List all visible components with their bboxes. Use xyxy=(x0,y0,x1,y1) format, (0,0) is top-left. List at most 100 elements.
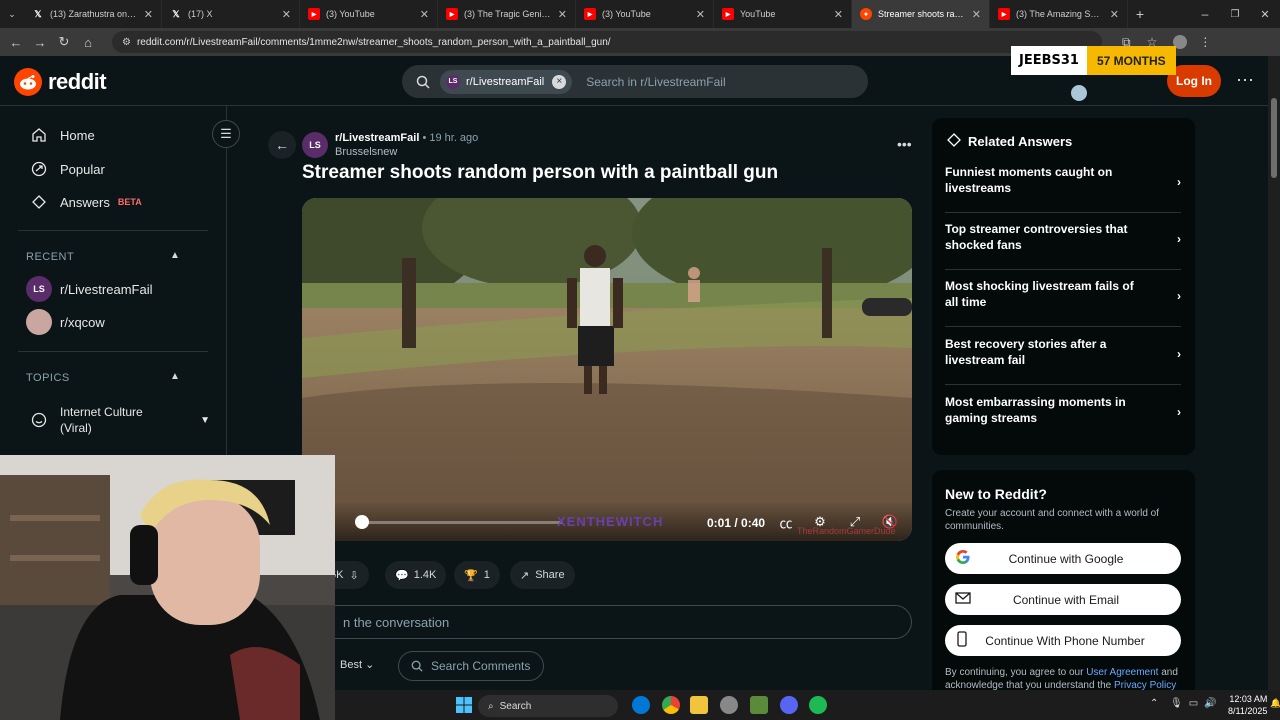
subreddit-avatar[interactable]: LS xyxy=(302,132,328,158)
back-icon[interactable]: ← xyxy=(4,30,28,54)
reload-icon[interactable]: ↻ xyxy=(52,30,76,54)
tray-chevron-up-icon[interactable]: ⌃ xyxy=(1150,698,1158,709)
chip-clear-icon[interactable]: × xyxy=(552,74,567,89)
recent-item-livestreamfail[interactable]: LS r/LivestreamFail xyxy=(26,276,152,302)
close-icon[interactable]: ✕ xyxy=(1110,8,1119,21)
browser-tab[interactable]: ▶ (3) The Amazing Spider-M ✕ xyxy=(990,0,1128,28)
sort-dropdown[interactable]: Best ⌄ xyxy=(340,658,374,671)
browser-tab[interactable]: ▶ YouTube ✕ xyxy=(714,0,852,28)
sidebar-item-home[interactable]: Home xyxy=(30,126,95,144)
close-window-icon[interactable]: ✕ xyxy=(1250,8,1280,21)
seek-bar[interactable] xyxy=(362,521,562,524)
post-author-link[interactable]: Brusselsnew xyxy=(335,146,478,158)
tab-title: YouTube xyxy=(740,9,776,19)
close-icon[interactable]: ✕ xyxy=(972,8,981,21)
file-explorer-icon[interactable] xyxy=(690,696,708,714)
related-answer-text: Most embarrassing moments in gaming stre… xyxy=(945,395,1126,425)
recent-item-xqcow[interactable]: r/xqcow xyxy=(26,309,105,335)
browser-tab[interactable]: ▶ (3) The Tragic Genius Wh ✕ xyxy=(438,0,576,28)
forward-icon[interactable]: → xyxy=(28,30,52,54)
youtube-icon: ▶ xyxy=(722,8,734,20)
captions-icon[interactable]: ㏄ xyxy=(776,513,796,531)
related-answer-item[interactable]: Top streamer controversies that shocked … xyxy=(945,221,1181,270)
sidebar-item-answers[interactable]: Answers BETA xyxy=(30,193,142,211)
browser-tab[interactable]: ▶ (3) YouTube ✕ xyxy=(300,0,438,28)
award-button[interactable]: 🏆 1 xyxy=(454,561,500,589)
notifications-icon[interactable]: 🔔 xyxy=(1270,698,1280,709)
chevron-down-icon[interactable]: ▼ xyxy=(200,415,210,426)
app-icon[interactable] xyxy=(750,696,768,714)
comment-search-input[interactable]: Search Comments xyxy=(398,651,544,681)
chevron-down-icon: ⌄ xyxy=(365,659,375,671)
close-icon[interactable]: ✕ xyxy=(144,8,153,21)
topics-header[interactable]: TOPICS xyxy=(26,372,70,384)
related-answer-item[interactable]: Most embarrassing moments in gaming stre… xyxy=(945,394,1181,443)
close-icon[interactable]: ✕ xyxy=(558,8,567,21)
search-bar[interactable]: LS r/LivestreamFail × Search in r/Livest… xyxy=(402,65,868,98)
discord-icon[interactable] xyxy=(780,696,798,714)
taskbar-clock[interactable]: 12:03 AM 8/11/2025 xyxy=(1228,693,1267,717)
video-frame xyxy=(302,198,912,541)
related-answer-item[interactable]: Most shocking livestream fails of all ti… xyxy=(945,278,1181,327)
maximize-icon[interactable]: ❐ xyxy=(1220,9,1250,20)
continue-with-google-button[interactable]: Continue with Google xyxy=(945,543,1181,574)
recent-header[interactable]: RECENT xyxy=(26,251,74,263)
continue-with-phone-button[interactable]: Continue With Phone Number xyxy=(945,625,1181,656)
new-tab-icon[interactable]: + xyxy=(1128,6,1152,22)
chevron-up-icon[interactable]: ▲ xyxy=(170,250,180,261)
comment-input[interactable]: n the conversation xyxy=(302,605,912,639)
close-icon[interactable]: ✕ xyxy=(420,8,429,21)
scrollbar-thumb[interactable] xyxy=(1271,98,1277,178)
subreddit-search-chip[interactable]: LS r/LivestreamFail × xyxy=(440,69,573,94)
chevron-up-icon[interactable]: ▲ xyxy=(170,371,180,382)
minimize-icon[interactable]: – xyxy=(1190,7,1220,21)
seek-thumb[interactable] xyxy=(355,515,369,529)
post-subreddit-link[interactable]: r/LivestreamFail xyxy=(335,132,419,144)
continue-with-email-button[interactable]: Continue with Email xyxy=(945,584,1181,615)
emoji-icon xyxy=(30,411,48,429)
phone-icon xyxy=(955,631,969,650)
tray-icons[interactable]: 🎙▭🔊 xyxy=(1170,698,1223,709)
edge-icon[interactable] xyxy=(632,696,650,714)
beta-badge: BETA xyxy=(117,197,142,207)
browser-menu-icon[interactable]: ⋮ xyxy=(1199,35,1211,49)
site-info-icon[interactable]: ⚙ xyxy=(122,37,131,48)
sidebar-collapse-button[interactable]: ☰ xyxy=(212,120,240,148)
fullscreen-icon[interactable]: ⤢ xyxy=(845,513,865,531)
spotify-icon[interactable] xyxy=(809,696,827,714)
topic-item-internet-culture[interactable]: Internet Culture (Viral) ▼ xyxy=(30,404,210,436)
downvote-icon[interactable]: ⇩ xyxy=(349,569,358,582)
page-scrollbar[interactable] xyxy=(1268,56,1280,690)
browser-tab[interactable]: 𝕏 (13) Zarathustra on X: "33 ✕ xyxy=(24,0,162,28)
home-icon[interactable]: ⌂ xyxy=(76,30,100,54)
browser-tab-active[interactable]: ● Streamer shoots random ✕ xyxy=(852,0,990,28)
close-icon[interactable]: ✕ xyxy=(282,8,291,21)
obs-icon[interactable] xyxy=(720,696,738,714)
mute-icon[interactable]: 🔇 xyxy=(880,513,900,531)
settings-gear-icon[interactable]: ⚙ xyxy=(810,513,830,531)
phone-button-label: Continue With Phone Number xyxy=(985,633,1145,648)
taskbar-search[interactable]: ⌕ Search xyxy=(478,695,618,717)
chrome-icon[interactable] xyxy=(662,696,680,714)
windows-start-icon[interactable] xyxy=(455,696,473,714)
url-field[interactable]: ⚙ reddit.com/r/LivestreamFail/comments/1… xyxy=(112,31,1102,53)
back-button[interactable]: ← xyxy=(268,131,296,159)
tab-title: (3) The Tragic Genius Wh xyxy=(464,9,552,19)
close-icon[interactable]: ✕ xyxy=(834,8,843,21)
comments-button[interactable]: 💬 1.4K xyxy=(385,561,447,589)
browser-tab[interactable]: 𝕏 (17) X ✕ xyxy=(162,0,300,28)
close-icon[interactable]: ✕ xyxy=(696,8,705,21)
related-answer-item[interactable]: Funniest moments caught on livestreams › xyxy=(945,164,1181,213)
browser-tab[interactable]: ▶ (3) YouTube ✕ xyxy=(576,0,714,28)
video-player[interactable]: XENTHEWITCH TheRandomGamerDude 0:01 / 0:… xyxy=(302,198,912,541)
youtube-icon: ▶ xyxy=(308,8,320,20)
search-input[interactable]: Search in r/LivestreamFail xyxy=(586,75,725,89)
related-answer-item[interactable]: Best recovery stories after a livestream… xyxy=(945,336,1181,385)
share-button[interactable]: ↗ Share xyxy=(510,561,575,589)
tab-list-dropdown[interactable]: ⌄ xyxy=(0,0,24,28)
post-more-icon[interactable]: ••• xyxy=(897,136,912,152)
reddit-logo[interactable]: reddit xyxy=(14,68,107,96)
sidebar-item-popular[interactable]: Popular xyxy=(30,160,105,178)
more-menu-icon[interactable]: ⋯ xyxy=(1236,70,1254,91)
user-agreement-link[interactable]: User Agreement xyxy=(1086,667,1158,678)
